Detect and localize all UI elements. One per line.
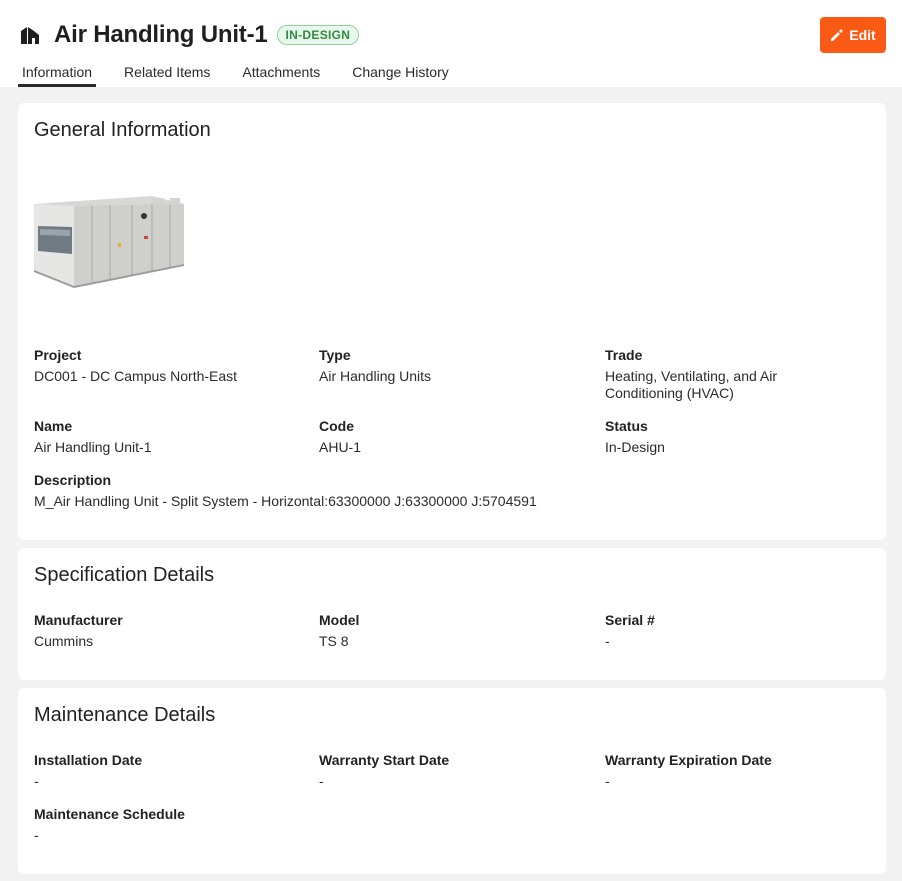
trade-value: Heating, Ventilating, and Air Conditioni… [605,368,778,401]
model-label: Model [319,612,360,628]
warranty-start-date-label: Warranty Start Date [319,752,450,768]
code-label: Code [319,418,354,434]
project-field: Project DC001 - DC Campus North-East [34,347,304,385]
status-label: Status [605,418,648,434]
model-value: TS 8 [319,633,349,649]
tab-change-history[interactable]: Change History [348,60,453,87]
model-field: Model TS 8 [319,612,589,650]
installation-date-label: Installation Date [34,752,143,768]
status-badge: IN-DESIGN [276,25,360,45]
maintenance-schedule-label: Maintenance Schedule [34,806,185,822]
trade-label: Trade [605,347,643,363]
manufacturer-value: Cummins [34,633,94,649]
title-row: Air Handling Unit-1 IN-DESIGN [19,19,360,51]
general-information-card: General Information Project DC001 - DC C… [18,103,886,540]
general-information-title: General Information [34,119,211,141]
type-value: Air Handling Units [319,368,432,384]
installation-date-value: - [34,773,39,789]
air-handling-unit-image [34,196,184,288]
asset-building-icon [19,24,41,46]
name-value: Air Handling Unit-1 [34,439,152,455]
description-field: Description M_Air Handling Unit - Split … [34,472,854,510]
edit-button[interactable]: Edit [820,17,886,53]
tab-related-items[interactable]: Related Items [120,60,214,87]
project-label: Project [34,347,82,363]
code-value: AHU-1 [319,439,362,455]
maintenance-details-title: Maintenance Details [34,704,216,726]
warranty-expiration-date-label: Warranty Expiration Date [605,752,772,768]
manufacturer-label: Manufacturer [34,612,123,628]
type-field: Type Air Handling Units [319,347,589,385]
serial-label: Serial # [605,612,655,628]
status-value: In-Design [605,439,665,455]
warranty-start-date-field: Warranty Start Date - [319,752,589,790]
description-label: Description [34,472,112,488]
maintenance-details-card: Maintenance Details Installation Date - … [18,688,886,874]
manufacturer-field: Manufacturer Cummins [34,612,304,650]
description-value: M_Air Handling Unit - Split System - Hor… [34,493,537,509]
tab-information[interactable]: Information [18,60,97,87]
page-header: Air Handling Unit-1 IN-DESIGN Edit Infor… [0,0,902,87]
specification-details-title: Specification Details [34,564,215,586]
page-title: Air Handling Unit-1 [54,21,268,48]
tab-bar: Information Related Items Attachments Ch… [18,60,477,87]
code-field: Code AHU-1 [319,418,589,456]
name-field: Name Air Handling Unit-1 [34,418,304,456]
warranty-expiration-date-field: Warranty Expiration Date - [605,752,865,790]
status-field: Status In-Design [605,418,855,456]
maintenance-schedule-field: Maintenance Schedule - [34,806,304,844]
serial-field: Serial # - [605,612,855,650]
edit-label: Edit [849,27,876,43]
name-label: Name [34,418,73,434]
tab-attachments[interactable]: Attachments [238,60,324,87]
maintenance-schedule-value: - [34,827,39,843]
warranty-expiration-date-value: - [605,773,610,789]
pencil-icon [831,28,843,41]
type-label: Type [319,347,351,363]
warranty-start-date-value: - [319,773,324,789]
installation-date-field: Installation Date - [34,752,304,790]
project-value: DC001 - DC Campus North-East [34,368,238,384]
specification-details-card: Specification Details Manufacturer Cummi… [18,548,886,680]
serial-value: - [605,633,610,649]
trade-field: Trade Heating, Ventilating, and Air Cond… [605,347,825,402]
